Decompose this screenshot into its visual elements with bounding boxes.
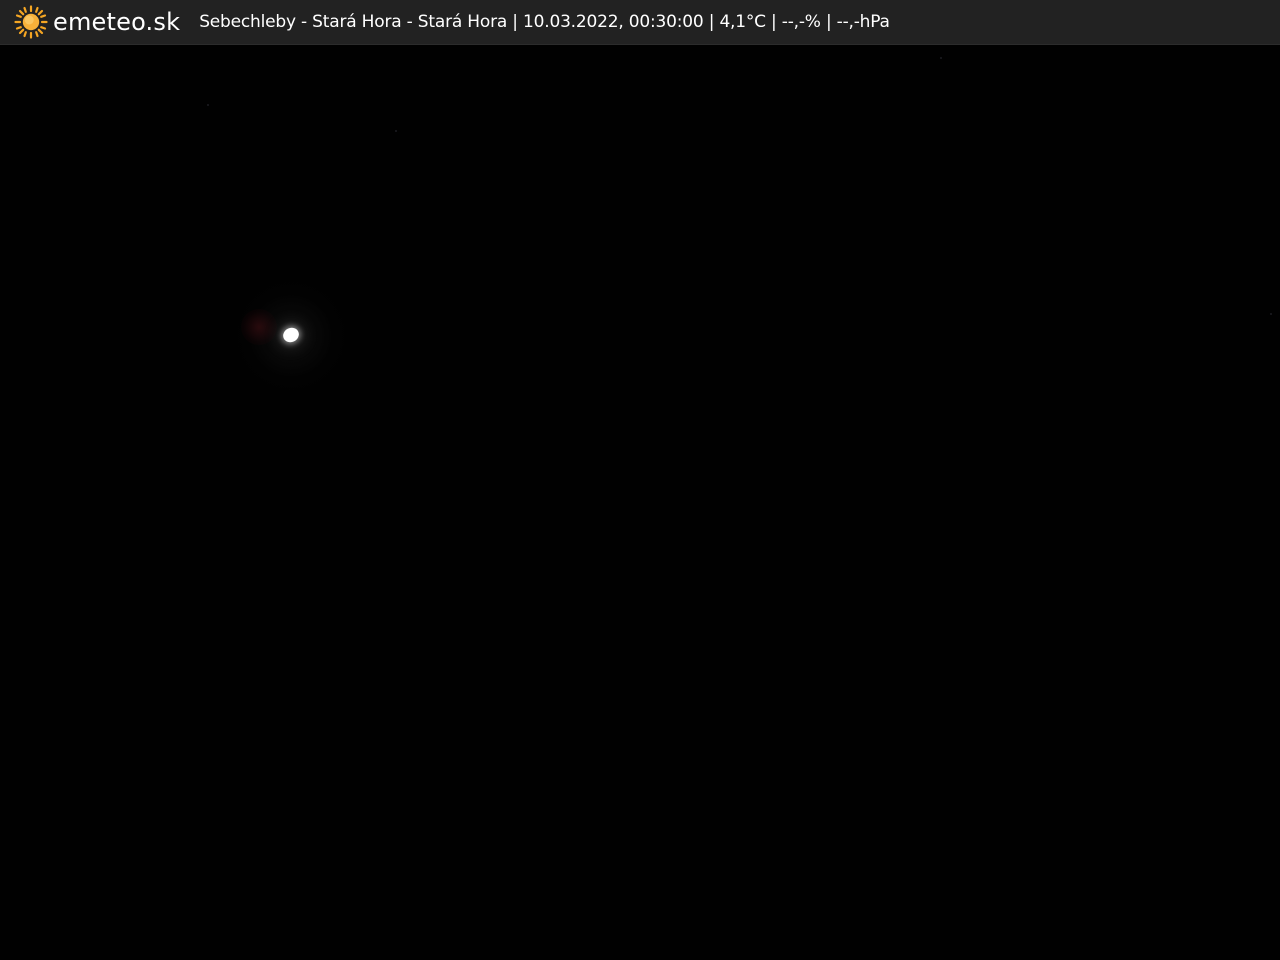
brand-name: emeteo.sk: [53, 8, 181, 36]
star: [207, 104, 209, 106]
star: [940, 57, 942, 59]
webcam-frame: emeteo.sk Sebechleby - Stará Hora - Star…: [0, 0, 1280, 960]
webcam-image: [0, 45, 1280, 960]
station-caption: Sebechleby - Stará Hora - Stará Hora | 1…: [199, 12, 890, 32]
header-bar: emeteo.sk Sebechleby - Stará Hora - Star…: [0, 0, 1280, 45]
star: [1270, 313, 1272, 315]
logo[interactable]: emeteo.sk: [14, 0, 180, 45]
sun-icon: [14, 5, 48, 39]
star: [395, 130, 397, 132]
lens-flare: [241, 309, 277, 345]
